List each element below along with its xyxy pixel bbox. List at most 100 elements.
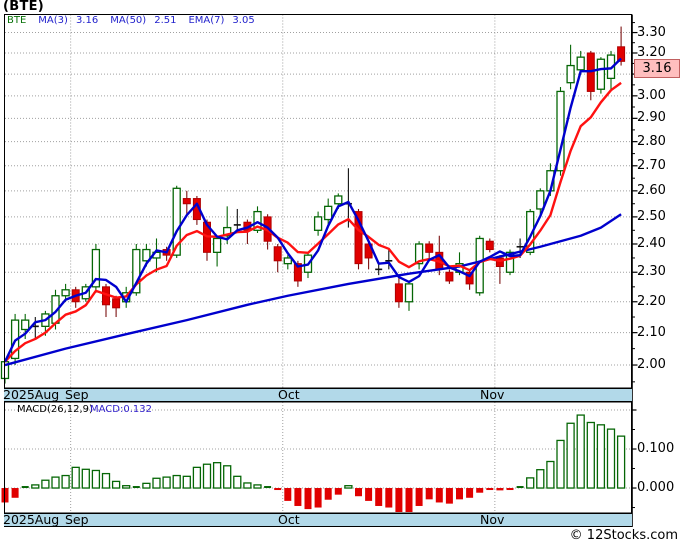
macd-bar-pos bbox=[536, 469, 545, 489]
macd-bar-neg bbox=[355, 488, 362, 497]
macd-bar-pos bbox=[91, 469, 101, 489]
macd-bar-neg bbox=[274, 488, 282, 491]
ma3-label: MA(3) bbox=[38, 15, 68, 26]
macd-bar-neg bbox=[486, 488, 494, 491]
month-label-nov: Nov bbox=[480, 387, 505, 402]
macd-bar-pos bbox=[606, 428, 616, 489]
price-tick-label: 2.50 bbox=[637, 209, 666, 224]
macd-bar-pos bbox=[233, 475, 242, 489]
price-tick-label: 2.20 bbox=[637, 294, 666, 309]
price-tick-label: 2.60 bbox=[637, 183, 666, 198]
indicator-legend: BTE MA(3) 3.16 MA(50) 2.51 EMA(7) 3.05 bbox=[7, 15, 255, 26]
macd-bar-pos bbox=[51, 476, 60, 489]
candle-body-doji bbox=[375, 268, 383, 271]
macd-bar-pos bbox=[223, 465, 232, 489]
macd-bar-pos bbox=[253, 484, 262, 489]
candle-body-up bbox=[324, 205, 333, 221]
price-tick-label: 2.00 bbox=[637, 357, 666, 372]
macd-bar-pos bbox=[132, 486, 140, 489]
candle-body-down bbox=[425, 243, 434, 253]
macd-bar-neg bbox=[405, 488, 413, 512]
macd-bar-pos bbox=[212, 462, 222, 489]
candle-body-up bbox=[536, 190, 545, 210]
ma3-value: 3.16 bbox=[75, 15, 99, 26]
macd-bar-pos bbox=[576, 414, 585, 489]
candle-body-down bbox=[273, 246, 282, 262]
ma50-label: MA(50) bbox=[110, 15, 147, 26]
macd-legend-value: MACD:0.132 bbox=[90, 404, 152, 415]
ema7-value: 3.05 bbox=[232, 15, 255, 26]
macd-bar-pos bbox=[31, 484, 40, 489]
macd-bar-pos bbox=[344, 485, 353, 489]
macd-legend-label: MACD(26,12,9) bbox=[17, 404, 93, 415]
macd-bar-neg bbox=[415, 488, 423, 506]
month-label-aug: 2025Aug bbox=[3, 387, 60, 402]
candle-body-down bbox=[445, 271, 454, 282]
macd-bar-neg bbox=[304, 488, 312, 510]
macd-bar-pos bbox=[81, 468, 90, 489]
candle-body-up bbox=[61, 289, 70, 297]
macd-bar-neg bbox=[466, 488, 474, 498]
month-label-sep: Sep bbox=[65, 512, 89, 527]
macd-bar-pos bbox=[264, 486, 272, 489]
price-tick-label: 2.30 bbox=[637, 264, 666, 279]
macd-bar-pos bbox=[526, 477, 535, 489]
macd-bar-neg bbox=[324, 488, 332, 500]
candle-body-up bbox=[566, 64, 575, 84]
macd-bar-neg bbox=[284, 488, 292, 501]
price-tick-label: 2.70 bbox=[637, 158, 666, 173]
macd-bar-neg bbox=[294, 488, 302, 506]
macd-bar-pos bbox=[21, 486, 29, 489]
macd-bar-pos bbox=[182, 475, 191, 489]
macd-bar-neg bbox=[11, 488, 19, 498]
macd-bar-neg bbox=[375, 488, 383, 506]
macd-bar-pos bbox=[152, 477, 161, 489]
macd-tick-label: 0.100 bbox=[637, 441, 675, 456]
candle-body-down bbox=[394, 283, 403, 303]
month-axis-upper: 2025Aug Sep Oct Nov bbox=[3, 387, 632, 402]
candle-body-up bbox=[313, 216, 323, 231]
stock-chart-page: (BTE) BTE MA(3) 3.16 MA(50) 2.51 EMA(7) 3.05 2… bbox=[0, 0, 680, 546]
month-label-aug: 2025Aug bbox=[3, 512, 60, 527]
macd-bar-pos bbox=[192, 466, 202, 489]
month-label-sep: Sep bbox=[65, 387, 89, 402]
chart-canvas bbox=[0, 14, 638, 527]
macd-bar-pos bbox=[142, 482, 151, 489]
macd-bar-pos bbox=[556, 439, 565, 489]
macd-bar-neg bbox=[334, 488, 342, 495]
macd-bar-pos bbox=[122, 485, 131, 489]
macd-bar-pos bbox=[243, 482, 252, 489]
macd-bar-pos bbox=[162, 476, 171, 489]
macd-bar-neg bbox=[314, 488, 322, 508]
macd-bar-neg bbox=[506, 488, 514, 491]
macd-bar-pos bbox=[101, 472, 111, 489]
price-tick-label: 3.20 bbox=[637, 45, 666, 60]
macd-bar-neg bbox=[395, 488, 403, 512]
candle-body-up bbox=[21, 319, 30, 331]
last-price-badge: 3.16 bbox=[634, 59, 680, 78]
candle-body-up bbox=[334, 195, 343, 205]
macd-bar-neg bbox=[365, 488, 373, 501]
ticker-symbol: BTE bbox=[7, 15, 27, 26]
macd-bar-pos bbox=[172, 474, 181, 489]
macd-bar-pos bbox=[71, 466, 80, 489]
macd-bar-pos bbox=[111, 480, 121, 489]
month-label-oct: Oct bbox=[278, 387, 300, 402]
candle-body-down bbox=[182, 198, 191, 205]
price-tick-label: 2.10 bbox=[637, 325, 666, 340]
month-label-nov: Nov bbox=[480, 512, 505, 527]
macd-bar-pos bbox=[596, 424, 606, 489]
macd-bar-pos bbox=[41, 479, 50, 489]
price-tick-label: 3.30 bbox=[637, 25, 666, 40]
macd-bar-pos bbox=[516, 486, 524, 489]
candle-body-up bbox=[576, 56, 585, 71]
price-tick-label: 2.40 bbox=[637, 236, 666, 251]
candle-body-doji bbox=[233, 224, 241, 226]
ma50-value: 2.51 bbox=[154, 15, 177, 26]
macd-bar-pos bbox=[61, 474, 70, 489]
candle-body-up bbox=[596, 58, 606, 90]
month-axis-lower: 2025Aug Sep Oct Nov bbox=[3, 512, 632, 527]
candle-body-down bbox=[485, 240, 494, 251]
macd-bar-neg bbox=[435, 488, 443, 503]
page-title: (BTE) bbox=[3, 0, 45, 14]
